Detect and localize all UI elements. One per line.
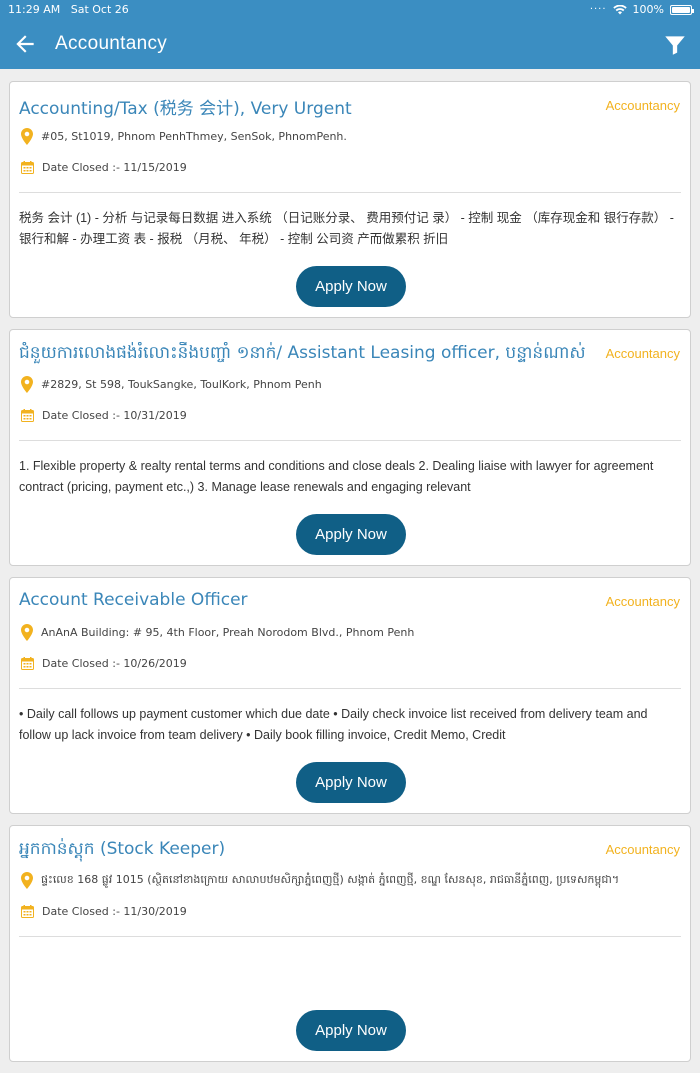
battery-icon [670,4,694,15]
job-title[interactable]: Account Receivable Officer [19,590,589,610]
location-row: AnAnA Building: # 95, 4th Floor, Preah N… [21,624,414,641]
calendar-icon [21,161,34,174]
job-date-closed: Date Closed :- 10/31/2019 [42,409,187,422]
date-row: Date Closed :- 11/30/2019 [21,905,187,918]
job-location: #2829, St 598, ToukSangke, ToulKork, Phn… [41,378,322,391]
job-location: ផ្ទះលេខ 168 ផ្លូវ 1015 (ស្ថិតនៅខាងក្រោយ … [41,872,620,886]
status-date-text: Sat Oct 26 [70,3,129,16]
status-time-text: 11:29 AM [8,3,61,16]
map-pin-icon [21,376,33,393]
back-arrow-icon[interactable] [12,31,38,57]
calendar-icon [21,905,34,918]
card-divider [19,688,681,689]
job-description: 1. Flexible property & realty rental ter… [19,459,654,494]
job-card[interactable]: អ្នកកាន់ស្តុក (Stock Keeper) Accountancy… [9,825,691,1062]
job-title[interactable]: ជំនួយការលោងផង់រំលោះនឹងបញ្ចាំ ១នាក់/ Assi… [19,342,589,367]
status-right: ···· 100% [589,3,694,16]
calendar-icon [21,657,34,670]
map-pin-icon [21,872,33,889]
wifi-icon [612,4,627,14]
card-divider [19,192,681,193]
job-description: 税务 会计 (1) - 分析 与记录每日数据 进入系统 （日记账分录、 费用预付… [19,211,674,246]
calendar-icon [21,409,34,422]
job-title[interactable]: អ្នកកាន់ស្តុក (Stock Keeper) [19,838,589,863]
app-bar: Accountancy [0,20,700,69]
date-row: Date Closed :- 10/31/2019 [21,409,187,422]
job-location: #05, St1019, Phnom PenhThmey, SenSok, Ph… [41,130,347,143]
apply-now-button[interactable]: Apply Now [296,762,406,803]
job-list: Accounting/Tax (税务 会计), Very Urgent Acco… [9,81,691,1073]
job-date-closed: Date Closed :- 11/15/2019 [42,161,187,174]
job-description [19,952,680,994]
apply-now-button[interactable]: Apply Now [296,266,406,307]
battery-fill [672,6,690,13]
status-bar: 11:29 AM Sat Oct 26 ···· 100% [0,0,700,20]
job-card[interactable]: Accounting/Tax (税务 会计), Very Urgent Acco… [9,81,691,318]
location-row: #2829, St 598, ToukSangke, ToulKork, Phn… [21,376,322,393]
date-row: Date Closed :- 10/26/2019 [21,657,187,670]
job-description: • Daily call follows up payment customer… [19,707,648,742]
job-card[interactable]: Account Receivable Officer Accountancy A… [9,577,691,814]
date-row: Date Closed :- 11/15/2019 [21,161,187,174]
job-date-closed: Date Closed :- 11/30/2019 [42,905,187,918]
job-category: Accountancy [605,346,680,361]
page-title: Accountancy [55,33,168,54]
apply-now-button[interactable]: Apply Now [296,514,406,555]
map-pin-icon [21,128,33,145]
job-card[interactable]: ជំនួយការលោងផង់រំលោះនឹងបញ្ចាំ ១នាក់/ Assi… [9,329,691,566]
job-location: AnAnA Building: # 95, 4th Floor, Preah N… [41,626,415,639]
location-row: ផ្ទះលេខ 168 ផ្លូវ 1015 (ស្ថិតនៅខាងក្រោយ … [21,872,619,889]
job-title[interactable]: Accounting/Tax (税务 会计), Very Urgent [19,94,589,119]
signal-dots-icon: ···· [589,4,607,15]
job-category: Accountancy [605,98,680,113]
job-date-closed: Date Closed :- 10/26/2019 [42,657,187,670]
card-divider [19,936,681,937]
status-time: 11:29 AM Sat Oct 26 [8,3,129,16]
job-category: Accountancy [605,594,680,609]
job-category: Accountancy [605,842,680,857]
filter-icon[interactable] [662,32,688,58]
apply-now-button[interactable]: Apply Now [296,1010,406,1051]
map-pin-icon [21,624,33,641]
card-divider [19,440,681,441]
battery-percent: 100% [632,3,664,16]
location-row: #05, St1019, Phnom PenhThmey, SenSok, Ph… [21,128,347,145]
